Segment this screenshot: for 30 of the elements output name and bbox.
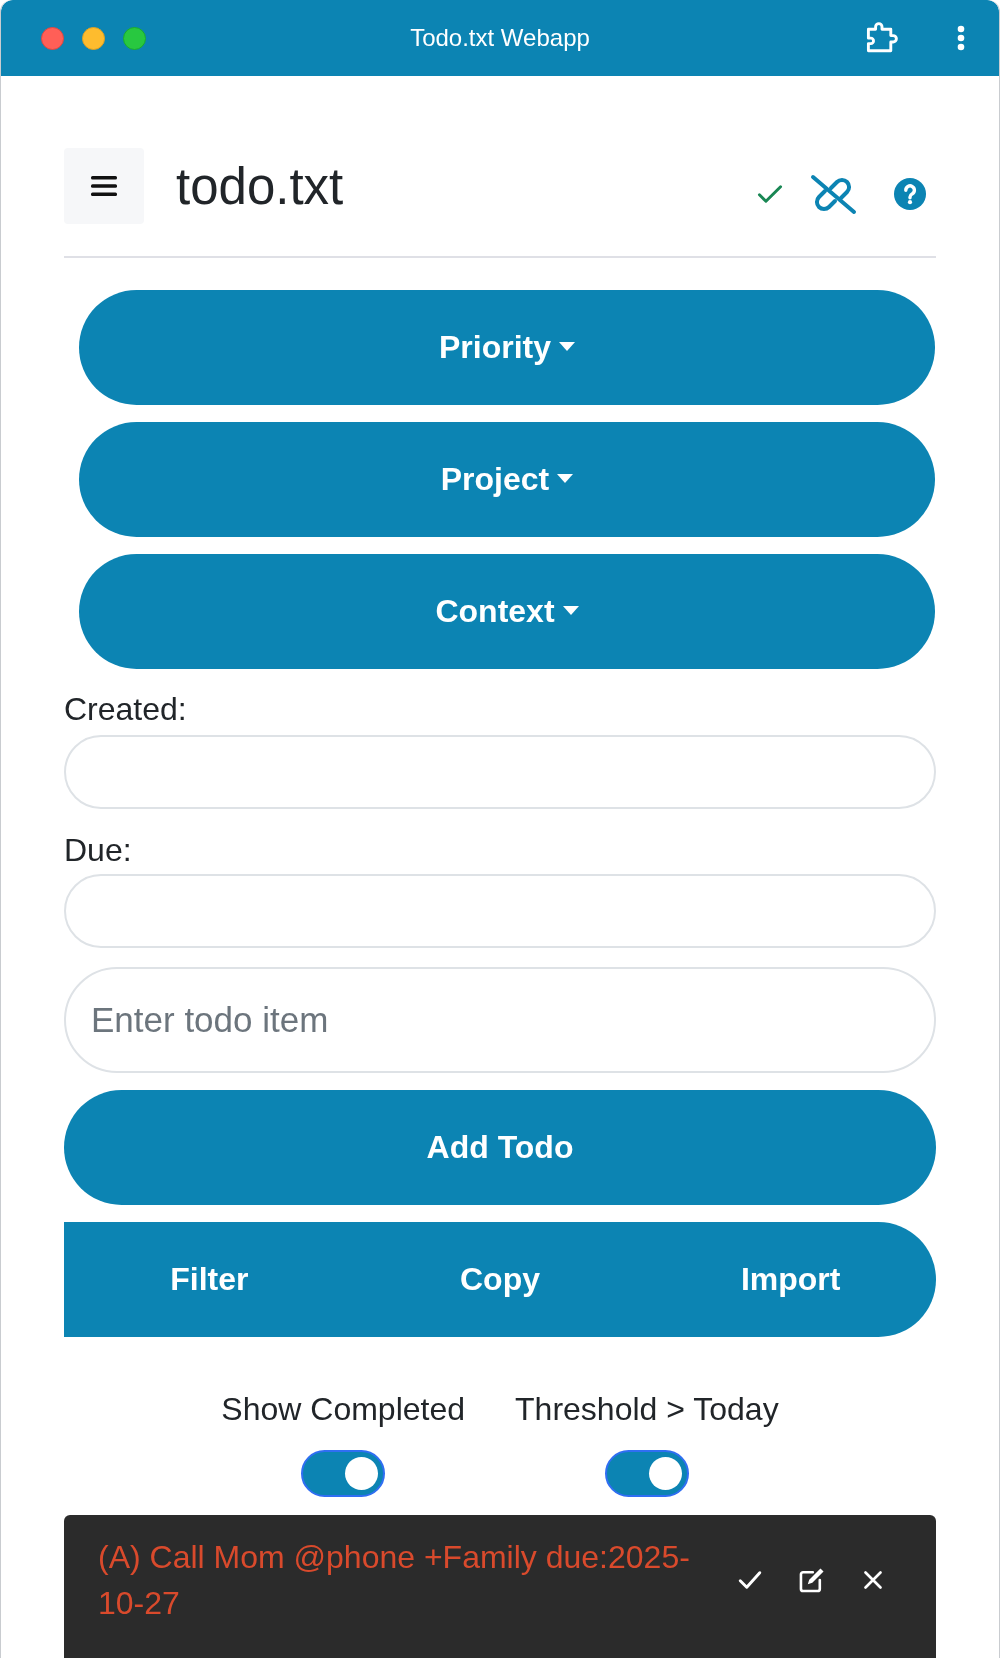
more-options-icon[interactable]	[957, 25, 965, 51]
close-icon[interactable]	[861, 1568, 885, 1592]
caret-icon	[562, 605, 579, 615]
toggle-switch[interactable]	[604, 1450, 689, 1497]
field-label: Created:	[64, 690, 188, 728]
window-title: Todo.txt Webapp	[410, 24, 590, 52]
toggle-switch[interactable]	[301, 1450, 386, 1497]
copy-button[interactable]: Copy	[354, 1222, 646, 1337]
window-minimize-button[interactable]	[82, 26, 105, 50]
context-dropdown[interactable]: Context	[79, 554, 935, 669]
toggle-label: Show Completed	[221, 1390, 466, 1428]
todo-input-field[interactable]: Enter todo item	[64, 967, 936, 1073]
add-todo-button[interactable]: Add Todo	[64, 1090, 936, 1205]
check-icon	[757, 184, 783, 204]
edit-icon[interactable]	[799, 1567, 825, 1593]
app-title: todo.txt	[176, 160, 344, 212]
caret-icon	[557, 473, 574, 483]
link-slash-icon[interactable]	[809, 173, 858, 215]
priority-dropdown[interactable]: Priority	[79, 290, 935, 405]
puzzle-piece-icon[interactable]	[865, 22, 899, 54]
project-dropdown[interactable]: Project	[79, 422, 935, 537]
import-button[interactable]: Import	[645, 1222, 936, 1337]
field-label: Due:	[64, 831, 133, 869]
todo-text: (A) Call Mom @phone +Family due:2025-10-27	[98, 1538, 691, 1623]
menu-button[interactable]	[64, 148, 144, 224]
menu-icon	[91, 176, 117, 196]
help-icon[interactable]	[894, 178, 926, 210]
filter-button[interactable]: Filter	[64, 1222, 355, 1337]
toggle-label: Threshold > Today	[515, 1390, 779, 1428]
caret-icon	[559, 341, 575, 351]
